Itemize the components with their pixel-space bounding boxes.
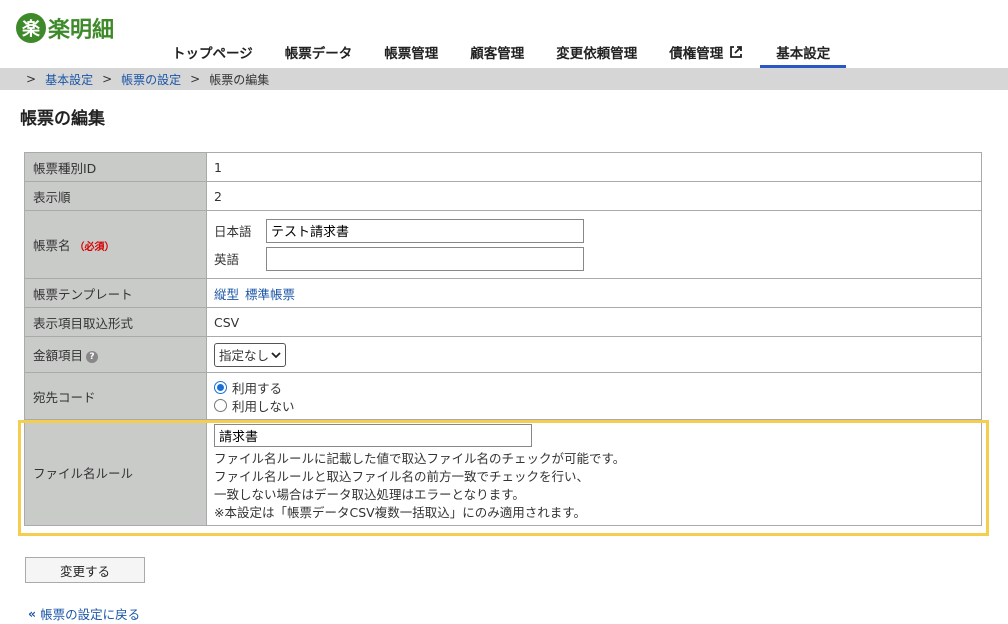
- row-amount: 金額項目? 指定なし: [24, 336, 982, 373]
- row-order: 表示順 2: [24, 181, 982, 211]
- breadcrumb: > 基本設定 > 帳票の設定 > 帳票の編集: [0, 68, 1008, 90]
- label-type-id: 帳票種別ID: [24, 152, 207, 182]
- value-import-format: CSV: [206, 307, 982, 337]
- label-template: 帳票テンプレート: [24, 278, 207, 308]
- row-template: 帳票テンプレート 縦型 標準帳票: [24, 278, 982, 308]
- chevron-down-icon: [271, 351, 281, 358]
- amount-select-value: 指定なし: [219, 348, 270, 363]
- nav-item-receivables[interactable]: 債権管理: [653, 36, 760, 68]
- nav-label: 顧客管理: [470, 46, 525, 62]
- template-link-vertical[interactable]: 縦型: [214, 287, 239, 302]
- breadcrumb-current: 帳票の編集: [209, 72, 270, 87]
- name-en-input[interactable]: [266, 246, 584, 271]
- required-badge: （必須）: [74, 242, 115, 253]
- label-name: 帳票名 （必須）: [24, 210, 207, 279]
- logo-icon: 楽: [16, 13, 46, 43]
- label-name-text: 帳票名: [33, 238, 71, 253]
- external-link-icon: [730, 46, 743, 58]
- name-ja-input[interactable]: [266, 218, 584, 243]
- radio-use-row[interactable]: 利用する: [214, 378, 974, 396]
- name-ja-label: 日本語: [214, 224, 252, 239]
- file-rule-desc-2: ファイル名ルールと取込ファイル名の前方一致でチェックを行い、: [214, 468, 590, 484]
- row-type-id: 帳票種別ID 1: [24, 152, 982, 182]
- submit-button[interactable]: 変更する: [25, 557, 145, 583]
- page-title: 帳票の編集: [20, 109, 105, 129]
- logo-text: 楽明細: [48, 18, 115, 43]
- row-import-format: 表示項目取込形式 CSV: [24, 307, 982, 337]
- logo[interactable]: 楽 楽明細: [16, 12, 114, 44]
- nav-item-top[interactable]: トップページ: [156, 36, 269, 68]
- row-address-code: 宛先コード 利用する 利用しない: [24, 372, 982, 420]
- double-chevron-left-icon: «: [28, 606, 37, 621]
- nav-item-customer-management[interactable]: 顧客管理: [454, 36, 540, 68]
- value-type-id: 1: [206, 152, 982, 182]
- amount-select[interactable]: 指定なし: [214, 342, 286, 367]
- label-address-code: 宛先コード: [24, 372, 207, 420]
- file-rule-desc-3: 一致しない場合はデータ取込処理はエラーとなります。: [214, 486, 525, 502]
- nav-item-basic-settings[interactable]: 基本設定: [760, 36, 847, 68]
- name-en-row: 英語: [214, 245, 974, 273]
- file-rule-desc-4: ※本設定は「帳票データCSV複数一括取込」にのみ適用されます。: [214, 504, 586, 520]
- label-amount-text: 金額項目: [33, 348, 84, 363]
- breadcrumb-separator: >: [26, 72, 37, 86]
- radio-nouse-label: 利用しない: [232, 398, 295, 414]
- nav-item-report-data[interactable]: 帳票データ: [269, 36, 369, 68]
- cell-file-rule: ファイル名ルールに記載した値で取込ファイル名のチェックが可能です。 ファイル名ル…: [206, 419, 982, 526]
- row-name: 帳票名（必須） 日本語 英語: [24, 210, 982, 279]
- breadcrumb-basic-settings[interactable]: 基本設定: [45, 71, 93, 88]
- help-icon[interactable]: ?: [86, 350, 99, 363]
- cell-address-code: 利用する 利用しない: [206, 372, 982, 420]
- file-rule-input[interactable]: [214, 423, 532, 447]
- row-file-rule: ファイル名ルール ファイル名ルールに記載した値で取込ファイル名のチェックが可能で…: [24, 419, 982, 526]
- nav-label: 基本設定: [776, 46, 831, 62]
- value-order: 2: [206, 181, 982, 211]
- breadcrumb-separator: >: [190, 72, 201, 86]
- radio-nouse[interactable]: [214, 398, 227, 412]
- label-import-format: 表示項目取込形式: [24, 307, 207, 337]
- radio-nouse-row[interactable]: 利用しない: [214, 396, 974, 414]
- breadcrumb-report-settings[interactable]: 帳票の設定: [121, 71, 181, 88]
- cell-name: 日本語 英語: [206, 210, 982, 279]
- nav-label: 債権管理: [669, 46, 724, 62]
- label-order: 表示順: [24, 181, 207, 211]
- breadcrumb-separator: >: [102, 72, 113, 86]
- cell-template: 縦型 標準帳票: [206, 278, 982, 308]
- nav-label: トップページ: [172, 46, 253, 62]
- nav-item-change-requests[interactable]: 変更依頼管理: [540, 36, 653, 68]
- template-link-standard[interactable]: 標準帳票: [245, 287, 295, 302]
- radio-use-label: 利用する: [232, 380, 283, 396]
- radio-use[interactable]: [214, 380, 227, 394]
- label-amount: 金額項目?: [24, 336, 207, 373]
- file-rule-desc-1: ファイル名ルールに記載した値で取込ファイル名のチェックが可能です。: [214, 450, 626, 466]
- nav-item-report-management[interactable]: 帳票管理: [368, 36, 454, 68]
- nav-label: 帳票データ: [284, 46, 353, 62]
- app-header: 楽 楽明細 トップページ 帳票データ 帳票管理 顧客管理 変更依頼管理 債権管理…: [0, 0, 1008, 68]
- nav-label: 変更依頼管理: [556, 46, 638, 62]
- main-nav: トップページ 帳票データ 帳票管理 顧客管理 変更依頼管理 債権管理 基本設定: [156, 36, 847, 68]
- name-ja-row: 日本語: [214, 217, 974, 245]
- edit-form-table: 帳票種別ID 1 表示順 2 帳票名（必須） 日本語 英語 帳票テンプレート 縦…: [24, 152, 982, 526]
- nav-label: 帳票管理: [384, 46, 439, 62]
- back-link[interactable]: « 帳票の設定に戻る: [28, 604, 140, 623]
- cell-amount: 指定なし: [206, 336, 982, 373]
- name-en-label: 英語: [214, 252, 240, 267]
- back-link-label: 帳票の設定に戻る: [40, 607, 141, 622]
- label-file-rule: ファイル名ルール: [24, 419, 207, 526]
